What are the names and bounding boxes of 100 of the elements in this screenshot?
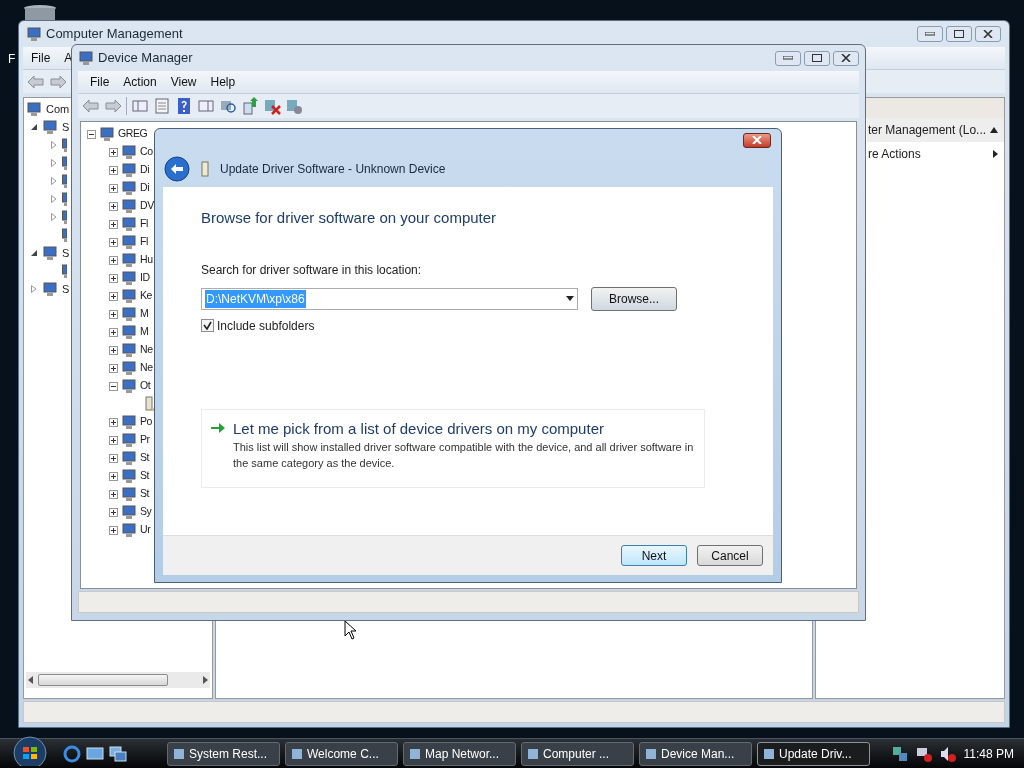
taskbar-button[interactable]: Map Networ...: [403, 741, 516, 766]
cancel-button[interactable]: Cancel: [697, 545, 763, 566]
back-button-icon[interactable]: [164, 156, 190, 182]
taskbar-button[interactable]: Welcome C...: [285, 741, 398, 766]
disable-icon[interactable]: [285, 97, 303, 115]
scroll-left-icon[interactable]: [28, 676, 34, 684]
expand-icon[interactable]: [109, 147, 118, 157]
taskbar-button[interactable]: Device Man...: [639, 741, 752, 766]
menu-item[interactable]: Help: [210, 73, 236, 91]
desktop-icon-label[interactable]: F: [8, 50, 16, 68]
expand-arrow-icon[interactable]: [50, 213, 58, 221]
expand-icon[interactable]: [109, 525, 118, 535]
maximize-button[interactable]: [946, 26, 972, 42]
tree-item[interactable]: Ne: [140, 342, 153, 358]
expand-icon[interactable]: [109, 183, 118, 193]
tree-item[interactable]: Po: [140, 414, 153, 430]
back-arrow-icon[interactable]: [82, 97, 100, 115]
include-subfolders-checkbox[interactable]: [201, 319, 214, 332]
tree-item[interactable]: GREG: [118, 126, 148, 142]
collapse-arrow-icon[interactable]: [30, 249, 38, 257]
collapse-icon[interactable]: [87, 129, 96, 139]
tree-item[interactable]: Fl: [140, 234, 148, 250]
tree-item[interactable]: Ke: [140, 288, 153, 304]
collapse-arrow-icon[interactable]: [990, 127, 998, 133]
tree-item[interactable]: Ur: [140, 522, 151, 538]
start-button-icon[interactable]: [11, 735, 49, 766]
tree-item[interactable]: St: [140, 450, 150, 466]
expand-arrow-icon[interactable]: [50, 177, 58, 185]
menu-item[interactable]: File: [90, 73, 110, 91]
expand-arrow-icon[interactable]: [50, 141, 58, 149]
clock[interactable]: 11:48 PM: [963, 744, 1014, 763]
tree-item[interactable]: Com: [46, 100, 70, 118]
expand-icon[interactable]: [109, 327, 118, 337]
trash-bin-icon[interactable]: [22, 4, 58, 20]
dropdown-arrow-icon[interactable]: [566, 296, 574, 301]
expand-arrow-icon[interactable]: [50, 195, 58, 203]
tree-item[interactable]: St: [140, 486, 150, 502]
collapse-arrow-icon[interactable]: [30, 123, 38, 131]
tree-item[interactable]: Fl: [140, 216, 148, 232]
tree-item[interactable]: Hu: [140, 252, 153, 268]
close-button[interactable]: [743, 132, 771, 148]
expand-icon[interactable]: [109, 417, 118, 427]
expand-icon[interactable]: [109, 201, 118, 211]
expand-icon[interactable]: [109, 345, 118, 355]
close-button[interactable]: [975, 26, 1001, 42]
tree-item[interactable]: Sy: [140, 504, 152, 520]
menu-item[interactable]: File: [31, 49, 51, 67]
update-icon[interactable]: [241, 97, 259, 115]
network-icon[interactable]: [891, 745, 908, 762]
expand-icon[interactable]: [109, 363, 118, 373]
actions-item[interactable]: re Actions: [867, 142, 1004, 166]
maximize-button[interactable]: [804, 50, 830, 66]
close-button[interactable]: [833, 50, 859, 66]
tree-item[interactable]: Pr: [140, 432, 150, 448]
expand-icon[interactable]: [109, 471, 118, 481]
forward-arrow-icon[interactable]: [104, 97, 122, 115]
tree-item[interactable]: M: [140, 324, 149, 340]
volume-muted-icon[interactable]: [939, 745, 956, 762]
actions-header[interactable]: ter Management (Lo...: [867, 118, 1004, 142]
expand-icon[interactable]: [109, 219, 118, 229]
tree-item[interactable]: DV: [140, 198, 154, 214]
tree-item[interactable]: St: [140, 468, 150, 484]
expand-icon[interactable]: [109, 165, 118, 175]
help-icon[interactable]: [175, 97, 193, 115]
uninstall-icon[interactable]: [263, 97, 281, 115]
tree-item[interactable]: Ot: [140, 378, 151, 394]
tree-pane-icon[interactable]: [131, 97, 149, 115]
expand-icon[interactable]: [109, 435, 118, 445]
expand-icon[interactable]: [109, 255, 118, 265]
tree-item[interactable]: ID: [140, 270, 150, 286]
expand-icon[interactable]: [109, 453, 118, 463]
expand-icon[interactable]: [109, 309, 118, 319]
expand-arrow-icon[interactable]: [50, 159, 58, 167]
tree-item[interactable]: S: [62, 244, 70, 262]
scroll-right-icon[interactable]: [202, 676, 208, 684]
expand-icon[interactable]: [109, 507, 118, 517]
expand-icon[interactable]: [109, 291, 118, 301]
expand-arrow-icon[interactable]: [30, 285, 38, 293]
expand-icon[interactable]: [109, 489, 118, 499]
tree-item[interactable]: M: [140, 306, 149, 322]
window-switch-icon[interactable]: [109, 745, 127, 762]
taskbar-button[interactable]: Computer ...: [521, 741, 634, 766]
tree-item[interactable]: Di: [140, 180, 150, 196]
collapse-icon[interactable]: [109, 381, 118, 391]
desktop-icon[interactable]: [86, 745, 104, 762]
next-button[interactable]: Next: [621, 545, 687, 566]
menu-item[interactable]: Action: [123, 73, 157, 91]
tree-item[interactable]: Co: [140, 144, 153, 160]
network-error-icon[interactable]: [915, 745, 932, 762]
browse-button[interactable]: Browse...: [591, 286, 677, 311]
expand-icon[interactable]: [109, 273, 118, 283]
browser-icon[interactable]: [63, 744, 81, 763]
horizontal-scrollbar[interactable]: [26, 672, 210, 688]
tree-item[interactable]: Ne: [140, 360, 153, 376]
menu-item[interactable]: View: [170, 73, 197, 91]
tree-item[interactable]: Di: [140, 162, 150, 178]
expand-icon[interactable]: [109, 237, 118, 247]
details-pane-icon[interactable]: [197, 97, 215, 115]
tree-item[interactable]: S: [62, 280, 70, 298]
tree-item[interactable]: S: [62, 118, 70, 136]
